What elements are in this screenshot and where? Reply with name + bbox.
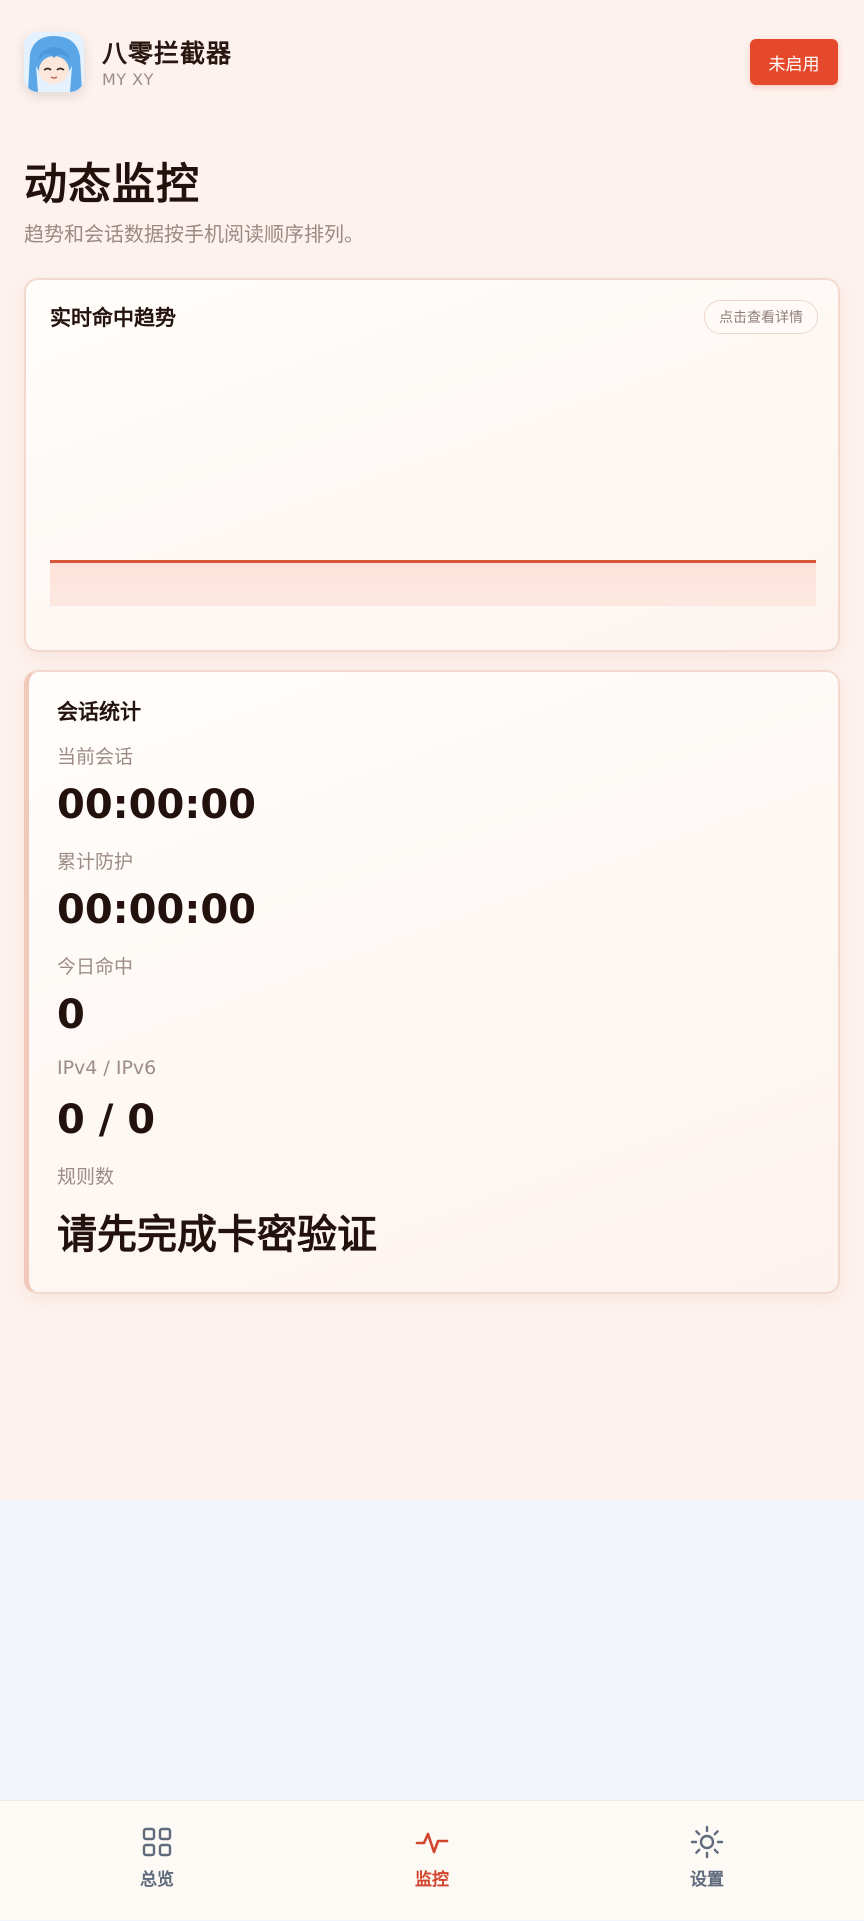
- trend-card-title: 实时命中趋势: [50, 306, 176, 330]
- stat-value-rule-count: 请先完成卡密验证: [57, 1212, 377, 1258]
- app-subtitle: MY XY: [102, 70, 154, 89]
- stat-value-total-protection: 00:00:00: [57, 887, 256, 933]
- nav-label-settings: 设置: [690, 1870, 724, 1890]
- nav-item-overview[interactable]: 总览: [97, 1801, 217, 1921]
- empty-area: [0, 1500, 864, 1800]
- trend-chart-line: [50, 560, 816, 563]
- stat-value-ip-versions: 0 / 0: [57, 1097, 156, 1143]
- view-details-button[interactable]: 点击查看详情: [704, 300, 818, 334]
- stat-label-total-protection: 累计防护: [57, 851, 134, 873]
- app-title: 八零拦截器: [102, 39, 233, 68]
- trend-card[interactable]: 实时命中趋势 点击查看详情: [24, 278, 840, 652]
- trend-chart: [50, 560, 816, 606]
- nav-item-settings[interactable]: 设置: [647, 1801, 767, 1921]
- nav-label-monitor: 监控: [415, 1870, 449, 1890]
- session-card-title: 会话统计: [57, 700, 141, 724]
- bottom-navigation: 总览 监控 设置: [0, 1800, 864, 1920]
- nav-label-overview: 总览: [140, 1870, 174, 1890]
- grid-icon: [142, 1827, 172, 1857]
- stat-value-current-session: 00:00:00: [57, 782, 256, 828]
- session-stats-card: 会话统计 当前会话 00:00:00 累计防护 00:00:00 今日命中 0 …: [24, 670, 840, 1294]
- app-avatar[interactable]: [24, 32, 84, 92]
- enable-status-button[interactable]: 未启用: [750, 39, 838, 85]
- stat-label-current-session: 当前会话: [57, 746, 134, 768]
- pulse-icon: [415, 1832, 449, 1854]
- page-title: 动态监控: [24, 160, 200, 210]
- stat-label-rule-count: 规则数: [57, 1166, 115, 1188]
- nav-item-monitor[interactable]: 监控: [372, 1801, 492, 1921]
- stat-label-today-hits: 今日命中: [57, 956, 134, 978]
- sun-gear-icon: [690, 1825, 724, 1859]
- stat-label-ip-versions: IPv4 / IPv6: [57, 1057, 157, 1079]
- page-description: 趋势和会话数据按手机阅读顺序排列。: [24, 222, 364, 246]
- trend-chart-area: [50, 560, 816, 606]
- stat-value-today-hits: 0: [57, 992, 85, 1038]
